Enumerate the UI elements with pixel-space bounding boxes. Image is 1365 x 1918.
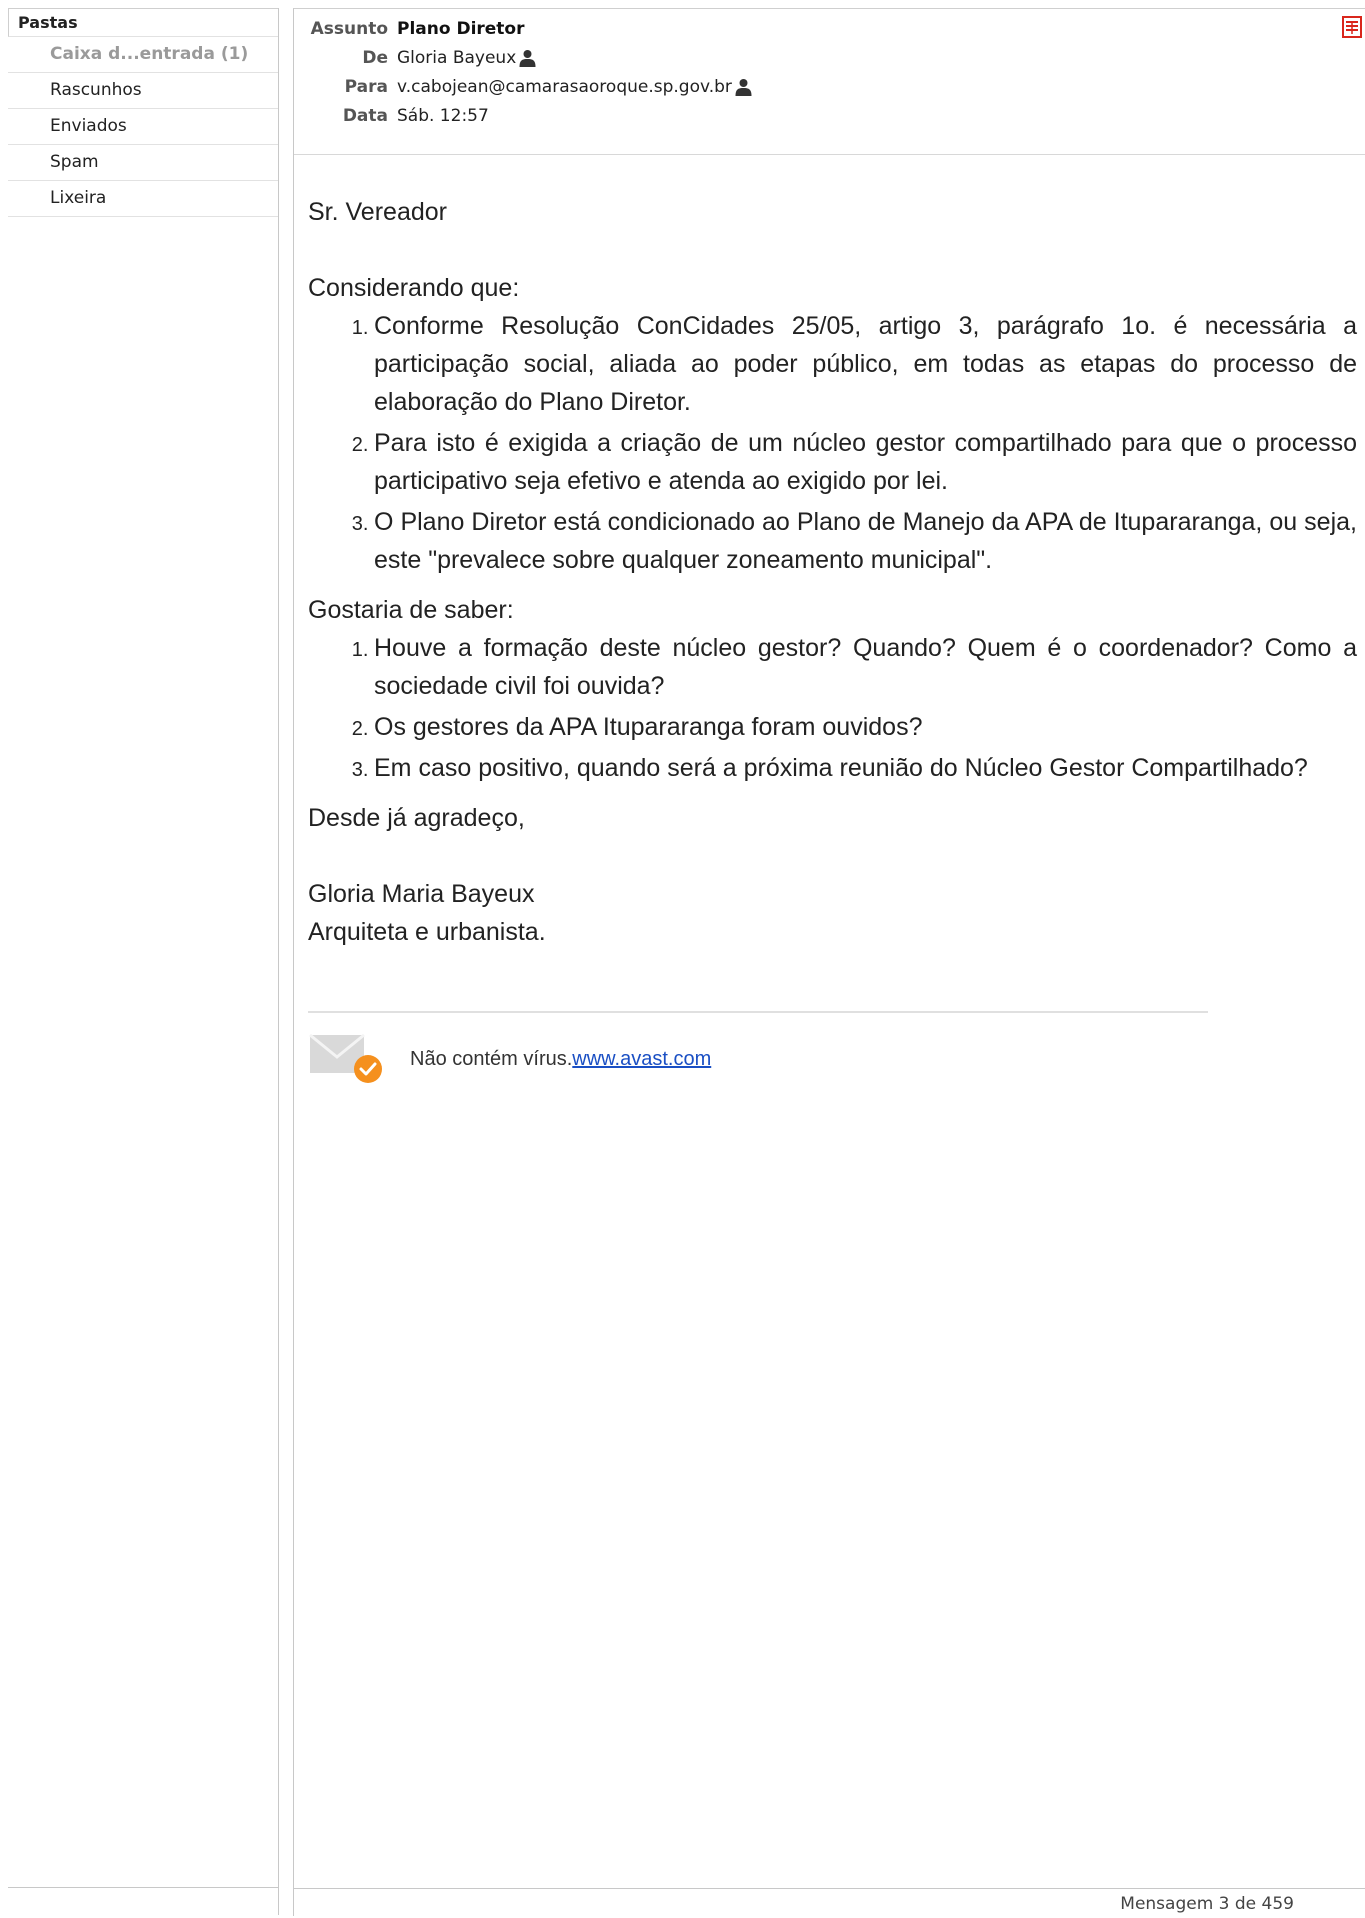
- print-icon[interactable]: [1342, 16, 1362, 38]
- subject-label: Assunto: [310, 18, 388, 39]
- date-row: Data Sáb. 12:57: [294, 101, 1365, 130]
- to-row: Para v.cabojean@camarasaoroque.sp.gov.br: [294, 72, 1365, 101]
- folders-title: Pastas: [8, 8, 278, 37]
- list-item: Houve a formação deste núcleo gestor? Qu…: [374, 629, 1357, 705]
- thanks: Desde já agradeço,: [308, 804, 525, 832]
- date-label: Data: [342, 105, 388, 126]
- date-value: Sáb. 12:57: [397, 105, 489, 126]
- avast-link[interactable]: www.avast.com: [572, 1048, 711, 1070]
- greeting: Sr. Vereador: [308, 198, 447, 226]
- signature-title: Arquiteta e urbanista.: [308, 918, 546, 946]
- add-contact-icon[interactable]: [519, 49, 536, 67]
- from-value[interactable]: Gloria Bayeux: [397, 48, 516, 68]
- from-row: De Gloria Bayeux: [294, 43, 1365, 72]
- envelope-check-icon: [309, 1033, 382, 1083]
- list-item: Para isto é exigida a criação de um núcl…: [374, 424, 1357, 500]
- signature-name: Gloria Maria Bayeux: [308, 880, 535, 908]
- subject-row: Assunto Plano Diretor: [294, 14, 1365, 43]
- questions-list: Houve a formação deste núcleo gestor? Qu…: [308, 629, 1357, 787]
- sidebar-footer: [8, 1887, 278, 1915]
- folder-sent[interactable]: Enviados: [8, 109, 278, 145]
- considering-list: Conforme Resolução ConCidades 25/05, art…: [308, 307, 1357, 579]
- message-footer: Mensagem 3 de 459: [294, 1888, 1365, 1916]
- considering-intro: Considerando que:: [308, 274, 520, 302]
- subject-value: Plano Diretor: [397, 18, 525, 39]
- avast-text: Não contém vírus.www.avast.com: [410, 1048, 712, 1070]
- to-value[interactable]: v.cabojean@camarasaoroque.sp.gov.br: [397, 77, 732, 97]
- folder-drafts[interactable]: Rascunhos: [8, 73, 278, 109]
- list-item: Os gestores da APA Itupararanga foram ou…: [374, 708, 1357, 746]
- folder-spam[interactable]: Spam: [8, 145, 278, 181]
- folders-sidebar: Pastas Caixa d...entrada (1) Rascunhos E…: [8, 8, 279, 1915]
- avast-banner: Não contém vírus.www.avast.com: [308, 1033, 1357, 1085]
- list-item: O Plano Diretor está condicionado ao Pla…: [374, 503, 1357, 579]
- folder-inbox[interactable]: Caixa d...entrada (1): [8, 37, 278, 73]
- signature-divider: [308, 1011, 1208, 1013]
- message-counter: Mensagem 3 de 459: [1120, 1894, 1294, 1914]
- list-item: Conforme Resolução ConCidades 25/05, art…: [374, 307, 1357, 421]
- to-label: Para: [344, 76, 388, 97]
- questions-intro: Gostaria de saber:: [308, 596, 514, 624]
- message-headers: Assunto Plano Diretor De Gloria Bayeux P…: [294, 9, 1365, 155]
- add-contact-icon[interactable]: [735, 78, 752, 96]
- list-item: Em caso positivo, quando será a próxima …: [374, 749, 1357, 787]
- from-label: De: [362, 47, 388, 68]
- folder-trash[interactable]: Lixeira: [8, 181, 278, 217]
- message-view: Assunto Plano Diretor De Gloria Bayeux P…: [293, 8, 1365, 1916]
- folder-list: Caixa d...entrada (1) Rascunhos Enviados…: [8, 37, 278, 217]
- message-body: Sr. Vereador Considerando que: Conforme …: [294, 155, 1365, 1085]
